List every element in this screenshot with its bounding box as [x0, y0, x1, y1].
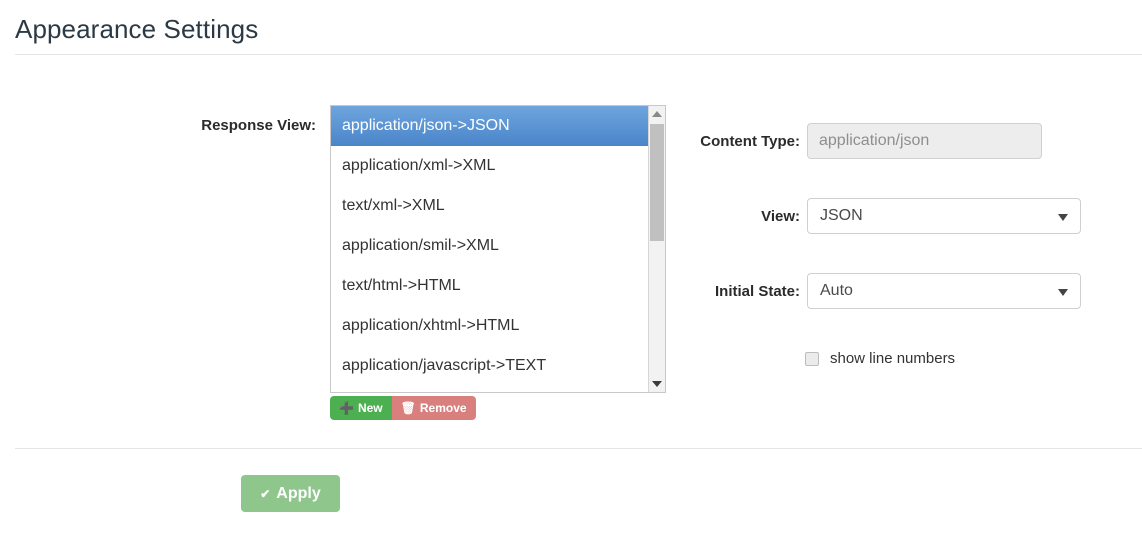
- chevron-down-icon: [1058, 214, 1068, 221]
- remove-button[interactable]: 🗑 Remove: [391, 396, 476, 420]
- show-line-numbers-checkbox[interactable]: [805, 351, 819, 366]
- initial-state-row: Initial State: Auto: [688, 273, 1081, 309]
- chevron-down-icon: [1058, 289, 1068, 296]
- apply-button[interactable]: ✔ Apply: [241, 475, 340, 512]
- page-header: Appearance Settings: [0, 0, 1142, 55]
- list-item[interactable]: application/javascript->TEXT: [331, 346, 649, 386]
- content-type-input[interactable]: [807, 123, 1042, 159]
- view-select[interactable]: JSON: [807, 198, 1081, 234]
- list-item[interactable]: text/xml->XML: [331, 186, 649, 226]
- new-button[interactable]: ➕ New: [330, 396, 392, 420]
- listbox-actions: ➕ New 🗑 Remove: [330, 396, 476, 420]
- content-type-label: Content Type:: [700, 132, 800, 150]
- scrollbar-thumb[interactable]: [650, 124, 664, 241]
- list-item[interactable]: application/smil->XML: [331, 226, 649, 266]
- triangle-up-icon: [652, 111, 662, 117]
- content-type-row: Content Type:: [688, 123, 1042, 159]
- show-line-numbers-label[interactable]: show line numbers: [830, 350, 955, 367]
- apply-button-label: Apply: [276, 484, 321, 502]
- scroll-down-button[interactable]: [649, 376, 665, 392]
- list-item[interactable]: application/json->JSON: [331, 106, 649, 146]
- view-select-value: JSON: [820, 207, 863, 224]
- settings-form: Response View: application/json->JSON ap…: [0, 55, 1142, 448]
- response-view-label: Response View:: [201, 117, 316, 134]
- response-view-option-list: application/json->JSON application/xml->…: [331, 106, 649, 392]
- remove-button-label: Remove: [419, 401, 467, 415]
- show-line-numbers-row: show line numbers: [805, 350, 955, 367]
- new-button-label: New: [357, 401, 383, 415]
- list-item[interactable]: application/xml->XML: [331, 146, 649, 186]
- initial-state-select[interactable]: Auto: [807, 273, 1081, 309]
- plus-circle-icon: ➕: [339, 401, 354, 415]
- trash-icon: 🗑: [400, 401, 416, 415]
- listbox-scrollbar[interactable]: [648, 106, 665, 392]
- initial-state-label: Initial State:: [714, 282, 800, 300]
- list-item[interactable]: text/html->HTML: [331, 266, 649, 306]
- initial-state-select-value: Auto: [820, 282, 853, 299]
- response-view-listbox[interactable]: application/json->JSON application/xml->…: [330, 105, 666, 393]
- list-item[interactable]: application/xhtml->HTML: [331, 306, 649, 346]
- view-row: View: JSON: [688, 198, 1081, 234]
- triangle-down-icon: [652, 381, 662, 387]
- check-icon: ✔: [260, 486, 271, 501]
- scroll-up-button[interactable]: [649, 106, 665, 122]
- footer-divider: [15, 448, 1142, 449]
- view-label: View:: [761, 207, 800, 225]
- page-title: Appearance Settings: [15, 14, 259, 44]
